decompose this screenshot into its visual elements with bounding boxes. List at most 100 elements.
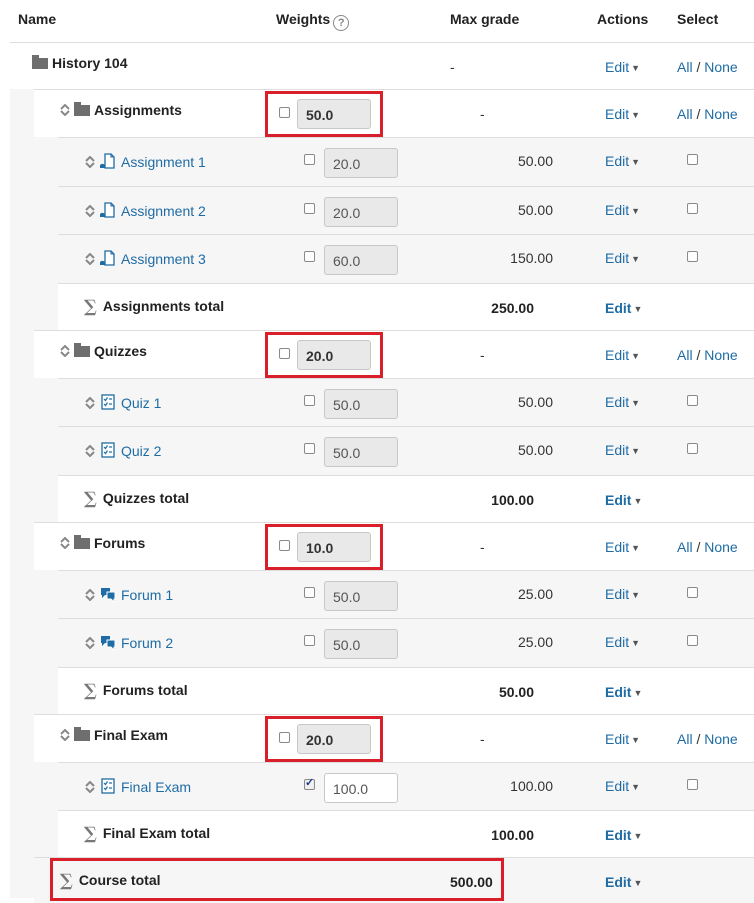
indent-bar [34,137,58,330]
weight-override-checkbox[interactable] [304,776,315,790]
caret-down-icon: ▼ [633,495,643,506]
move-icon[interactable] [60,344,70,357]
edit-menu[interactable]: Edit ▼ [605,778,640,794]
edit-label: Edit [605,777,630,794]
table-header: Name Weights? Max grade Actions Select [0,0,754,42]
edit-menu[interactable]: Edit ▼ [605,250,640,266]
edit-menu[interactable]: Edit ▼ [605,827,642,843]
caret-down-icon: ▼ [631,110,641,120]
edit-menu[interactable]: Edit ▼ [605,874,642,890]
weight-override-checkbox[interactable] [304,154,315,165]
category-name-label: Quizzes [94,342,147,359]
category-total-row: ∑ Final Exam total 100.00 Edit ▼ [58,810,754,857]
edit-menu[interactable]: Edit ▼ [605,731,640,747]
select-item-checkbox[interactable] [687,251,698,262]
edit-menu[interactable]: Edit ▼ [605,634,640,650]
grade-item-link[interactable]: Forum 1 [121,587,173,603]
category-total-label: ∑ Forums total [84,681,188,701]
edit-label: Edit [605,153,630,169]
edit-menu[interactable]: Edit ▼ [605,442,640,458]
weight-input[interactable]: 50.0 [324,437,398,467]
category-row: Quizzes 20.0- Edit ▼ All / None [34,329,754,378]
edit-menu[interactable]: Edit ▼ [605,59,640,75]
move-icon[interactable] [85,588,95,601]
weight-override-checkbox[interactable] [304,443,315,454]
move-icon[interactable] [85,780,95,793]
select-all-link[interactable]: All [677,59,693,75]
select-none-link[interactable]: None [704,59,737,75]
weight-override-checkbox[interactable] [304,394,315,406]
edit-menu[interactable]: Edit ▼ [605,684,642,700]
select-none-link[interactable]: None [704,539,737,555]
category-row: Forums 10.0- Edit ▼ All / None [34,521,754,570]
select-all-link[interactable]: All [677,731,693,747]
edit-label: Edit [605,683,632,700]
help-icon[interactable]: ? [333,15,350,31]
edit-menu[interactable]: Edit ▼ [605,106,640,122]
weight-input[interactable]: 100.0 [324,772,398,803]
select-all-none: All / None [677,106,738,122]
select-item-checkbox[interactable] [687,394,698,406]
move-icon[interactable] [85,204,95,217]
weight-input[interactable]: 50.0 [324,388,398,419]
select-item-checkbox[interactable] [687,443,698,454]
move-icon[interactable] [85,253,95,265]
caret-down-icon: ▼ [633,303,643,314]
move-icon[interactable] [60,104,70,116]
weight-override-checkbox[interactable] [304,586,315,598]
edit-menu[interactable]: Edit ▼ [605,492,642,508]
grade-item-max: 100.00 [510,777,553,794]
select-item-checkbox[interactable] [687,778,698,790]
weight-input[interactable]: 60.0 [324,245,398,275]
select-none-link[interactable]: None [704,106,737,122]
weight-input[interactable]: 20.0 [324,148,398,178]
grade-item-link[interactable]: Assignment 2 [121,203,206,219]
total-label-text: Forums total [102,681,188,698]
select-all-link[interactable]: All [677,106,693,122]
weight-input[interactable]: 50.0 [324,580,398,611]
move-icon[interactable] [60,536,70,549]
grade-item-link[interactable]: Quiz 1 [121,395,161,411]
select-item-checkbox[interactable] [687,154,698,165]
category-name: Forums [60,534,145,551]
select-item-checkbox[interactable] [687,635,698,646]
edit-menu[interactable]: Edit ▼ [605,153,640,169]
caret-down-icon: ▼ [631,63,641,73]
move-icon[interactable] [85,637,95,649]
weight-override-checkbox[interactable] [304,202,315,214]
grade-item: Forum 1 [85,585,173,603]
grade-item-link[interactable]: Assignment 1 [121,154,206,170]
weight-override-checkbox[interactable] [304,635,315,646]
edit-menu[interactable]: Edit ▼ [605,300,642,316]
select-none-link[interactable]: None [704,347,737,363]
grade-item-row: Forum 2 50.0 25.00 Edit ▼ [58,618,754,667]
indent-bar [34,569,58,714]
edit-menu[interactable]: Edit ▼ [605,586,640,602]
edit-label: Edit [605,393,630,410]
move-icon[interactable] [85,445,95,457]
weight-input[interactable]: 50.0 [324,629,398,659]
indent-bar [10,42,34,898]
move-icon[interactable] [85,156,95,168]
move-icon[interactable] [60,728,70,741]
grade-item-link[interactable]: Final Exam [121,779,191,795]
grade-item-link[interactable]: Quiz 2 [121,443,161,459]
grade-item-link[interactable]: Forum 2 [121,635,173,651]
edit-menu[interactable]: Edit ▼ [605,202,640,218]
edit-label: Edit [605,250,630,266]
select-all-none: All / None [677,731,738,747]
select-all-link[interactable]: All [677,347,693,363]
weight-input[interactable]: 20.0 [324,196,398,227]
weight-override-checkbox[interactable] [304,251,315,262]
select-none-link[interactable]: None [704,731,737,747]
select-all-link[interactable]: All [677,539,693,555]
folder-icon [74,534,90,549]
edit-menu[interactable]: Edit ▼ [605,539,640,555]
move-icon[interactable] [85,396,95,409]
edit-menu[interactable]: Edit ▼ [605,394,640,410]
edit-menu[interactable]: Edit ▼ [605,347,640,363]
grade-item-link[interactable]: Assignment 3 [121,251,206,267]
select-item-checkbox[interactable] [687,202,698,214]
edit-label: Edit [605,585,630,602]
select-item-checkbox[interactable] [687,586,698,598]
